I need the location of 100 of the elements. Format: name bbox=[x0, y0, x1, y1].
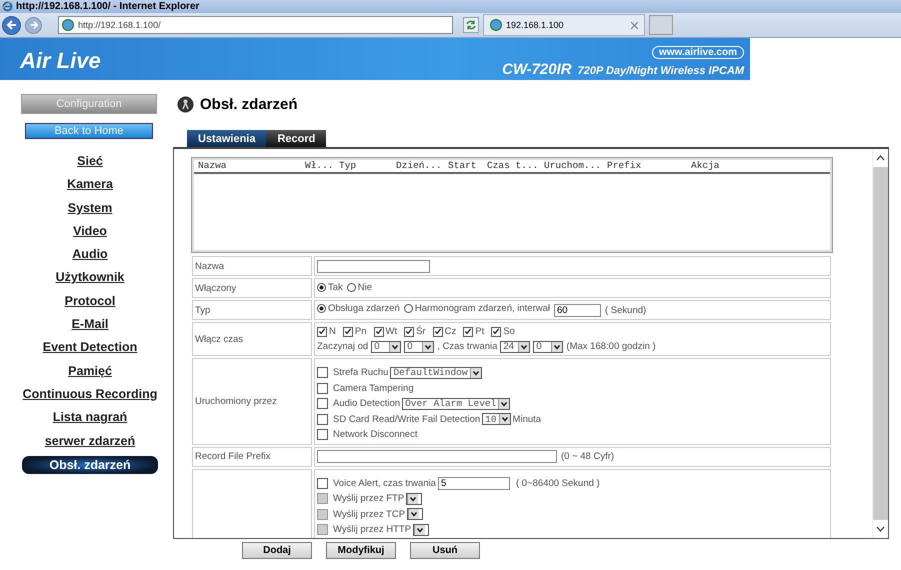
interval-input[interactable]: 60 bbox=[554, 304, 601, 317]
refresh-button[interactable] bbox=[463, 17, 479, 33]
sidebar-item[interactable]: Lista nagrań bbox=[52, 406, 128, 430]
duration-input[interactable]: 5 bbox=[438, 476, 510, 490]
checkbox[interactable] bbox=[317, 478, 328, 489]
page-title: Obsł. zdarzeń bbox=[200, 96, 298, 113]
checkbox[interactable] bbox=[404, 326, 414, 336]
field-label: Nazwa bbox=[192, 256, 312, 276]
page-icon bbox=[490, 19, 502, 31]
forward-arrow-icon bbox=[28, 20, 38, 30]
checkbox[interactable] bbox=[317, 367, 328, 378]
column-header[interactable]: Dzień... bbox=[396, 160, 448, 172]
start-hour-select[interactable]: 0 bbox=[371, 340, 402, 352]
chevron-down-icon bbox=[498, 414, 510, 424]
sidebar-item[interactable]: Pamięć bbox=[68, 360, 112, 383]
duration-minute-select[interactable]: 0 bbox=[533, 340, 564, 352]
tab[interactable]: Ustawienia bbox=[187, 130, 266, 147]
column-header[interactable]: Typ bbox=[339, 160, 396, 172]
chevron-down-icon bbox=[498, 398, 510, 409]
day-label: Cz bbox=[444, 326, 456, 337]
max-note: (Max 168:00 godzin ) bbox=[566, 341, 656, 352]
day-label: Wt bbox=[386, 326, 398, 337]
action-label: Wyślij przez FTP bbox=[333, 493, 404, 504]
sidebar-item[interactable]: Kamera bbox=[67, 173, 113, 197]
chevron-down-icon bbox=[408, 509, 420, 520]
checkbox[interactable] bbox=[374, 326, 384, 336]
dropdown[interactable]: Over Alarm Level bbox=[402, 398, 510, 410]
trigger-label: Strefa Ruchu bbox=[333, 367, 388, 378]
browser-logo-icon bbox=[2, 1, 13, 12]
sidebar-item[interactable]: Obsł. zdarzeń bbox=[22, 456, 158, 474]
option-label: Nie bbox=[358, 282, 372, 292]
dropdown[interactable] bbox=[407, 508, 424, 520]
trigger-label: SD Card Read/Write Fail Detection bbox=[333, 414, 480, 425]
trigger-label: Camera Tampering bbox=[333, 382, 414, 394]
back-button[interactable] bbox=[2, 16, 21, 34]
duration-label: , Czas trwania bbox=[437, 341, 498, 352]
checkbox[interactable] bbox=[463, 326, 474, 336]
column-header[interactable]: Akcja bbox=[691, 160, 720, 172]
sidebar-item[interactable]: Użytkownik bbox=[56, 266, 124, 290]
radio-button[interactable] bbox=[346, 282, 356, 292]
sidebar-item[interactable]: System bbox=[68, 196, 112, 220]
sidebar-item[interactable]: Video bbox=[73, 220, 107, 244]
sidebar-item[interactable]: Continuous Recording bbox=[22, 382, 158, 406]
action-label: Voice Alert, czas trwania bbox=[333, 478, 436, 489]
checkbox[interactable] bbox=[317, 414, 328, 425]
close-icon[interactable] bbox=[631, 22, 638, 28]
person-icon bbox=[177, 96, 194, 113]
field-label: Uruchomiony przez bbox=[192, 358, 312, 444]
chevron-down-icon bbox=[518, 342, 530, 352]
prefix-input[interactable] bbox=[317, 450, 557, 463]
scrollbar[interactable] bbox=[872, 149, 888, 538]
scroll-down-icon[interactable] bbox=[873, 520, 888, 538]
sidebar-item[interactable]: Event Detection bbox=[42, 336, 138, 360]
sidebar-item[interactable]: serwer zdarzeń bbox=[44, 430, 136, 453]
dropdown[interactable]: 10 bbox=[482, 413, 511, 426]
day-label: N bbox=[329, 326, 336, 337]
dropdown[interactable]: DefaultWindow bbox=[390, 366, 482, 379]
sidebar-item[interactable]: Sieć bbox=[77, 150, 103, 174]
column-header[interactable]: Prefix bbox=[607, 160, 691, 172]
dropdown[interactable] bbox=[413, 524, 430, 536]
option-label: Harmonogram zdarzeń, interwał bbox=[414, 303, 550, 314]
checkbox[interactable] bbox=[432, 326, 443, 336]
checkbox[interactable] bbox=[317, 429, 328, 440]
start-minute-select[interactable]: 0 bbox=[404, 340, 434, 352]
action-button[interactable]: Dodaj bbox=[242, 542, 312, 559]
checkbox[interactable] bbox=[317, 382, 328, 394]
day-label: So bbox=[503, 326, 515, 337]
address-bar[interactable]: http://192.168.1.100/ bbox=[58, 16, 453, 34]
forward-button[interactable] bbox=[25, 16, 42, 34]
dropdown[interactable] bbox=[406, 492, 422, 505]
chevron-down-icon bbox=[407, 494, 418, 504]
column-header[interactable]: Nazwa bbox=[198, 160, 305, 172]
column-header[interactable]: Start bbox=[448, 160, 487, 172]
field-label: Włącz czas bbox=[192, 322, 312, 356]
browser-tab[interactable]: 192.168.1.100 bbox=[483, 14, 645, 36]
tab[interactable]: Record bbox=[266, 130, 326, 147]
radio-button[interactable] bbox=[404, 304, 413, 313]
column-header[interactable]: Wł... bbox=[305, 160, 339, 172]
sidebar-item[interactable]: Audio bbox=[72, 243, 108, 266]
back-arrow-icon bbox=[6, 19, 18, 31]
day-label: Pn bbox=[354, 326, 366, 337]
scroll-up-icon[interactable] bbox=[873, 149, 888, 167]
trigger-label: Audio Detection bbox=[333, 398, 400, 410]
action-button[interactable]: Modyfikuj bbox=[326, 542, 396, 559]
website-label: www.airlive.com bbox=[652, 46, 744, 59]
column-header[interactable]: Czas t... bbox=[487, 160, 544, 172]
radio-button[interactable] bbox=[317, 304, 326, 313]
sidebar-item[interactable]: E-Mail bbox=[72, 313, 108, 336]
action-button[interactable]: Usuń bbox=[410, 542, 480, 559]
radio-button[interactable] bbox=[317, 282, 326, 292]
checkbox[interactable] bbox=[317, 326, 327, 336]
checkbox[interactable] bbox=[491, 326, 502, 336]
column-header[interactable]: Uruchom... bbox=[544, 160, 607, 172]
checkbox[interactable] bbox=[317, 398, 328, 410]
name-input[interactable] bbox=[317, 260, 430, 272]
field-label: Record File Prefix bbox=[192, 446, 312, 466]
page-icon bbox=[62, 19, 74, 31]
sidebar-item[interactable]: Protocol bbox=[64, 290, 116, 314]
checkbox[interactable] bbox=[342, 326, 353, 336]
duration-hour-select[interactable]: 24 bbox=[500, 340, 530, 352]
